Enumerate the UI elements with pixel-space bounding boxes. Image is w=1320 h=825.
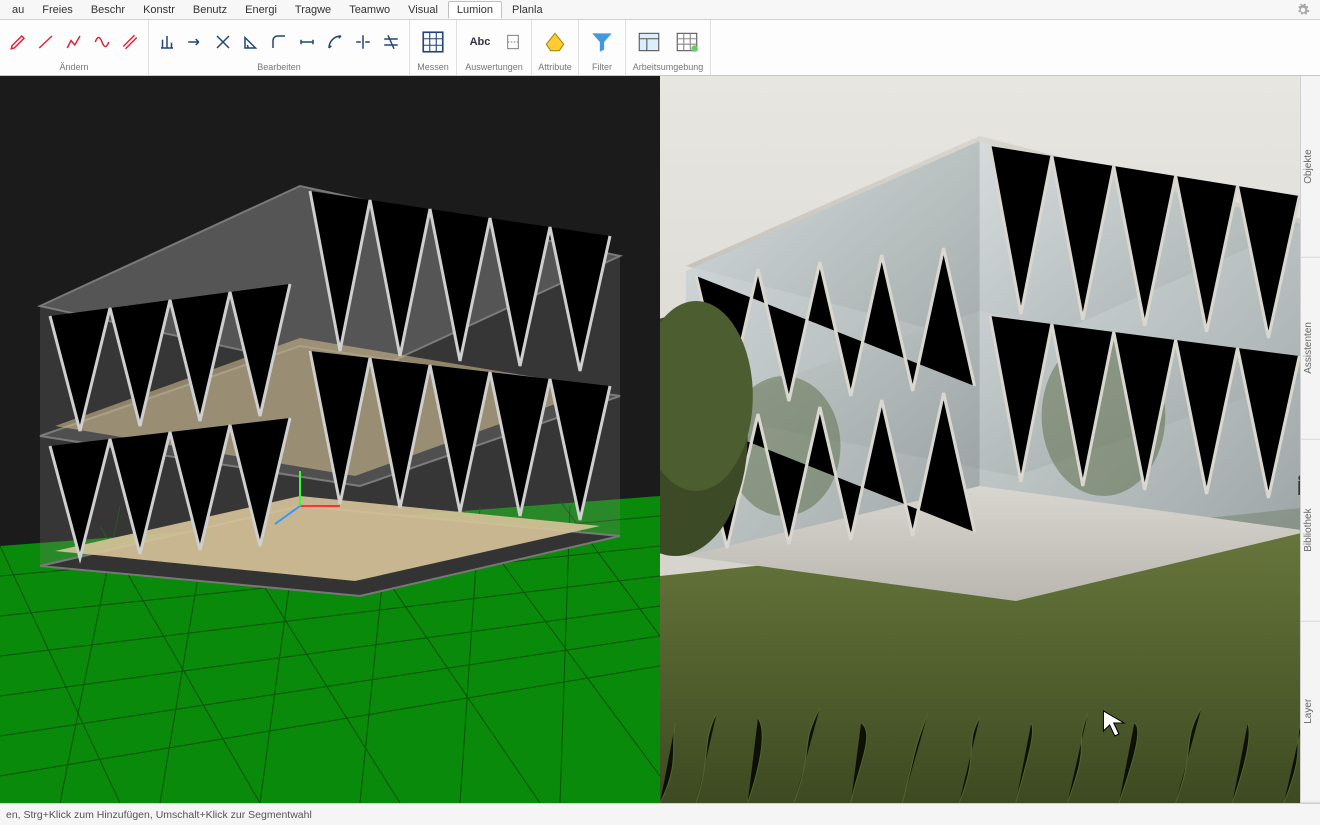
menu-au[interactable]: au — [4, 2, 32, 18]
ribbon: Ändern Bearbeiten Messen Abc Auswertunge… — [0, 20, 1320, 76]
cad-scene-icon — [0, 76, 660, 803]
double-line-button[interactable] — [118, 30, 142, 54]
ribbon-group-bearbeiten: Bearbeiten — [149, 20, 410, 75]
menu-konstr[interactable]: Konstr — [135, 2, 183, 18]
menu-beschr[interactable]: Beschr — [83, 2, 133, 18]
window-layout-button[interactable] — [632, 25, 666, 59]
abc-icon: Abc — [470, 36, 491, 48]
trim-button[interactable] — [379, 30, 403, 54]
text-label-button[interactable]: Abc — [463, 25, 497, 59]
settings-gear-icon[interactable] — [1296, 3, 1310, 17]
status-hint: en, Strg+Klick zum Hinzufügen, Umschalt+… — [6, 809, 312, 821]
menu-energi[interactable]: Energi — [237, 2, 285, 18]
grid-toggle-button[interactable] — [670, 25, 704, 59]
menu-freies[interactable]: Freies — [34, 2, 81, 18]
status-bar: en, Strg+Klick zum Hinzufügen, Umschalt+… — [0, 803, 1320, 825]
menu-bar: au Freies Beschr Konstr Benutz Energi Tr… — [0, 0, 1320, 20]
ribbon-group-attribute: Attribute — [532, 20, 579, 75]
funnel-button[interactable] — [585, 25, 619, 59]
ribbon-label-auswertungen: Auswertungen — [457, 61, 531, 75]
ribbon-group-messen: Messen — [410, 20, 457, 75]
ribbon-group-auswertungen: Abc Auswertungen — [457, 20, 532, 75]
measure-grid-button[interactable] — [416, 25, 450, 59]
split-button[interactable] — [351, 30, 375, 54]
sine-tool-button[interactable] — [90, 30, 114, 54]
ribbon-label-aendern: Ändern — [0, 61, 148, 75]
ribbon-label-messen: Messen — [410, 61, 456, 75]
ribbon-label-filter: Filter — [579, 61, 625, 75]
ribbon-label-attribute: Attribute — [532, 61, 578, 75]
side-tab-layer[interactable]: Layer — [1301, 621, 1320, 803]
polyline-tool-button[interactable] — [62, 30, 86, 54]
cad-viewport[interactable]: Zentralperspektive 2 — [0, 76, 660, 803]
menu-teamwo[interactable]: Teamwo — [341, 2, 398, 18]
align-bottom-button[interactable] — [155, 30, 179, 54]
side-tab-assistenten[interactable]: Assistenten — [1301, 258, 1320, 440]
line-tool-button[interactable] — [34, 30, 58, 54]
menu-tragwe[interactable]: Tragwe — [287, 2, 339, 18]
side-tab-bibliothek[interactable]: Bibliothek — [1301, 440, 1320, 622]
render-scene-icon — [660, 76, 1320, 803]
extend-button[interactable] — [183, 30, 207, 54]
side-tab-objekte[interactable]: Objekte — [1301, 76, 1320, 258]
ribbon-label-arbeitsumgebung: Arbeitsumgebung — [626, 61, 710, 75]
cut-button[interactable] — [211, 30, 235, 54]
edit-pencil-button[interactable] — [6, 30, 30, 54]
ribbon-group-arbeitsumgebung: Arbeitsumgebung — [626, 20, 711, 75]
ribbon-label-bearbeiten: Bearbeiten — [149, 61, 409, 75]
menu-visual[interactable]: Visual — [400, 2, 446, 18]
dimension-button[interactable] — [295, 30, 319, 54]
side-panel-tabs: Objekte Assistenten Bibliothek Layer — [1300, 76, 1320, 803]
ribbon-group-aendern: Ändern — [0, 20, 149, 75]
render-viewport[interactable]: Objekte Assistenten Bibliothek Layer — [660, 76, 1320, 803]
menu-lumion[interactable]: Lumion — [448, 1, 502, 19]
highlight-button[interactable] — [538, 25, 572, 59]
menu-planla[interactable]: Planla — [504, 2, 551, 18]
fillet-button[interactable] — [267, 30, 291, 54]
work-area: Zentralperspektive 2 — [0, 76, 1320, 803]
ribbon-group-filter: Filter — [579, 20, 626, 75]
page-break-button[interactable] — [501, 30, 525, 54]
angle-button[interactable] — [239, 30, 263, 54]
arc-dim-button[interactable] — [323, 30, 347, 54]
menu-benutz[interactable]: Benutz — [185, 2, 235, 18]
